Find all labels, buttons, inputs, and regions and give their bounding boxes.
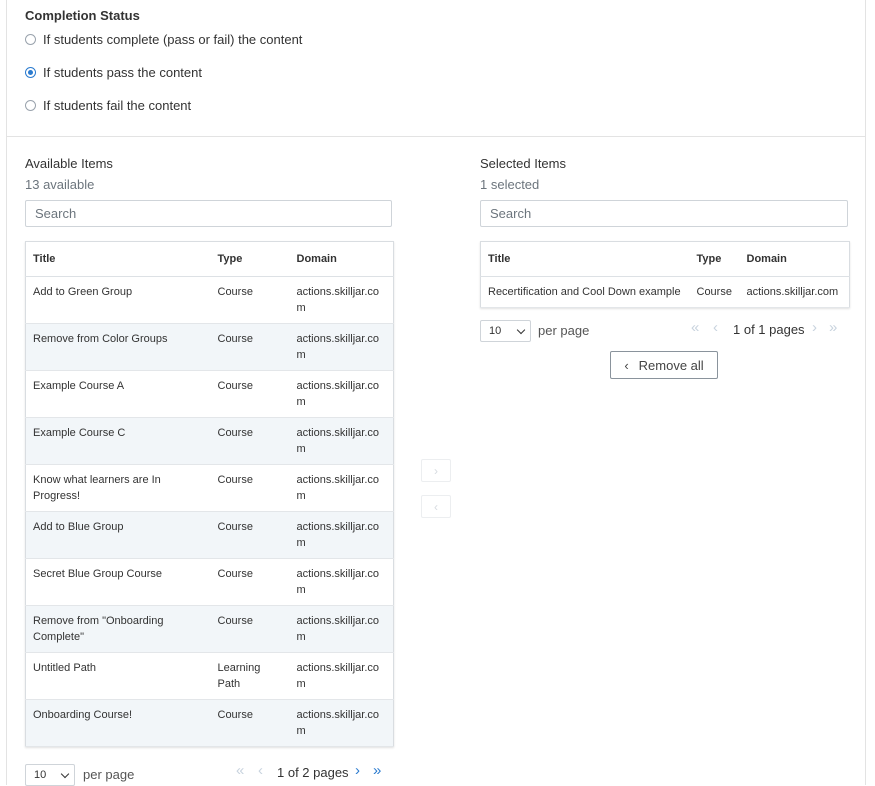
- cell-title: Know what learners are In Progress!: [25, 464, 211, 512]
- cell-title: Remove from Color Groups: [25, 323, 211, 371]
- section-divider: [7, 136, 865, 137]
- chevron-down-icon: [60, 769, 70, 779]
- first-page-icon[interactable]: «: [691, 320, 699, 335]
- page-info: 1 of 1 pages: [733, 322, 805, 337]
- radio-label: If students complete (pass or fail) the …: [43, 32, 303, 47]
- cell-title: Remove from "Onboarding Complete": [25, 605, 211, 653]
- last-page-icon[interactable]: »: [829, 320, 837, 335]
- available-items-title: Available Items: [25, 156, 113, 171]
- cell-title: Recertification and Cool Down example: [480, 276, 690, 308]
- chevron-left-icon: ‹: [434, 499, 438, 514]
- prev-page-icon[interactable]: ‹: [258, 763, 263, 778]
- per-page-value: 10: [489, 325, 502, 337]
- selected-count: 1 selected: [480, 177, 540, 192]
- cell-domain: actions.skilljar.com: [289, 417, 394, 465]
- table-header-row: Title Type Domain: [480, 241, 850, 277]
- available-count: 13 available: [25, 177, 95, 192]
- remove-all-label: Remove all: [638, 357, 704, 373]
- cell-domain: actions.skilljar.com: [289, 276, 394, 324]
- remove-selected-button[interactable]: ‹: [421, 495, 451, 518]
- cell-title: Secret Blue Group Course: [25, 558, 211, 606]
- cell-domain: actions.skilljar.com: [289, 511, 394, 559]
- column-header-type[interactable]: Type: [210, 241, 290, 277]
- page-info: 1 of 2 pages: [277, 765, 349, 780]
- table-row[interactable]: Know what learners are In Progress! Cours…: [25, 464, 394, 512]
- column-header-type[interactable]: Type: [689, 241, 740, 277]
- cell-title: Example Course C: [25, 417, 211, 465]
- per-page-value: 10: [34, 769, 47, 781]
- cell-type: Course: [210, 323, 290, 371]
- cell-type: Course: [210, 699, 290, 747]
- cell-title: Untitled Path: [25, 652, 211, 700]
- chevron-left-icon: ‹: [624, 357, 629, 373]
- radio-circle[interactable]: [25, 34, 36, 45]
- table-header-row: Title Type Domain: [25, 241, 394, 277]
- cell-type: Course: [210, 558, 290, 606]
- table-row[interactable]: Add to Green Group Course actions.skilljar…: [25, 276, 394, 324]
- radio-pass[interactable]: If students pass the content: [25, 65, 202, 80]
- cell-domain: actions.skilljar.com: [289, 605, 394, 653]
- column-header-domain[interactable]: Domain: [289, 241, 394, 277]
- table-row[interactable]: Example Course A Course actions.skilljar.c…: [25, 370, 394, 418]
- column-header-domain[interactable]: Domain: [739, 241, 850, 277]
- selected-table-body: Recertification and Cool Down example Cou…: [480, 276, 850, 308]
- table-row[interactable]: Add to Blue Group Course actions.skilljar.…: [25, 511, 394, 559]
- available-table-body: Add to Green Group Course actions.skilljar…: [25, 276, 394, 747]
- selected-items-table: Title Type Domain Recertification and Co…: [480, 241, 850, 308]
- radio-circle-checked[interactable]: [25, 67, 36, 78]
- available-per-page-select[interactable]: 10: [25, 764, 75, 786]
- table-row[interactable]: Example Course C Course actions.skilljar.c…: [25, 417, 394, 465]
- prev-page-icon[interactable]: ‹: [713, 320, 718, 335]
- radio-label: If students pass the content: [43, 65, 202, 80]
- cell-type: Course: [210, 464, 290, 512]
- cell-title: Add to Green Group: [25, 276, 211, 324]
- cell-domain: actions.skilljar.com: [739, 276, 850, 308]
- radio-label: If students fail the content: [43, 98, 192, 113]
- next-page-icon[interactable]: ›: [812, 320, 817, 335]
- chevron-right-icon: ›: [434, 463, 438, 478]
- selected-per-page-select[interactable]: 10: [480, 320, 531, 342]
- cell-title: Onboarding Course!: [25, 699, 211, 747]
- table-row[interactable]: Onboarding Course! Course actions.skilljar…: [25, 699, 394, 747]
- remove-all-button[interactable]: ‹ Remove all: [610, 351, 718, 379]
- table-row[interactable]: Secret Blue Group Course Course actions.sk…: [25, 558, 394, 606]
- table-row[interactable]: Remove from Color Groups Course actions.sk…: [25, 323, 394, 371]
- column-header-title[interactable]: Title: [480, 241, 690, 277]
- cell-type: Course: [210, 276, 290, 324]
- cell-title: Example Course A: [25, 370, 211, 418]
- cell-type: Course: [210, 605, 290, 653]
- column-header-title[interactable]: Title: [25, 241, 211, 277]
- table-row[interactable]: Untitled Path Learning Path actions.skillj…: [25, 652, 394, 700]
- table-row[interactable]: Recertification and Cool Down example Cou…: [480, 276, 850, 308]
- cell-type: Course: [689, 276, 740, 308]
- cell-domain: actions.skilljar.com: [289, 652, 394, 700]
- cell-domain: actions.skilljar.com: [289, 323, 394, 371]
- radio-circle[interactable]: [25, 100, 36, 111]
- cell-type: Course: [210, 417, 290, 465]
- cell-domain: actions.skilljar.com: [289, 464, 394, 512]
- last-page-icon[interactable]: »: [373, 763, 381, 778]
- radio-fail[interactable]: If students fail the content: [25, 98, 191, 113]
- per-page-label: per page: [83, 767, 135, 782]
- cell-type: Learning Path: [210, 652, 290, 700]
- available-items-table: Title Type Domain Add to Green Group Cour…: [25, 241, 394, 747]
- completion-status-title: Completion Status: [25, 8, 140, 23]
- cell-title: Add to Blue Group: [25, 511, 211, 559]
- next-page-icon[interactable]: ›: [355, 763, 360, 778]
- cell-type: Course: [210, 370, 290, 418]
- cell-domain: actions.skilljar.com: [289, 558, 394, 606]
- first-page-icon[interactable]: «: [236, 763, 244, 778]
- selected-items-title: Selected Items: [480, 156, 566, 171]
- chevron-down-icon: [516, 325, 526, 335]
- cell-type: Course: [210, 511, 290, 559]
- available-search-input[interactable]: [25, 200, 392, 227]
- cell-domain: actions.skilljar.com: [289, 699, 394, 747]
- add-selected-button[interactable]: ›: [421, 459, 451, 482]
- radio-complete-pass-or-fail[interactable]: If students complete (pass or fail) the …: [25, 32, 302, 47]
- table-row[interactable]: Remove from "Onboarding Complete" Course a…: [25, 605, 394, 653]
- per-page-label: per page: [538, 323, 590, 338]
- cell-domain: actions.skilljar.com: [289, 370, 394, 418]
- selected-search-input[interactable]: [480, 200, 848, 227]
